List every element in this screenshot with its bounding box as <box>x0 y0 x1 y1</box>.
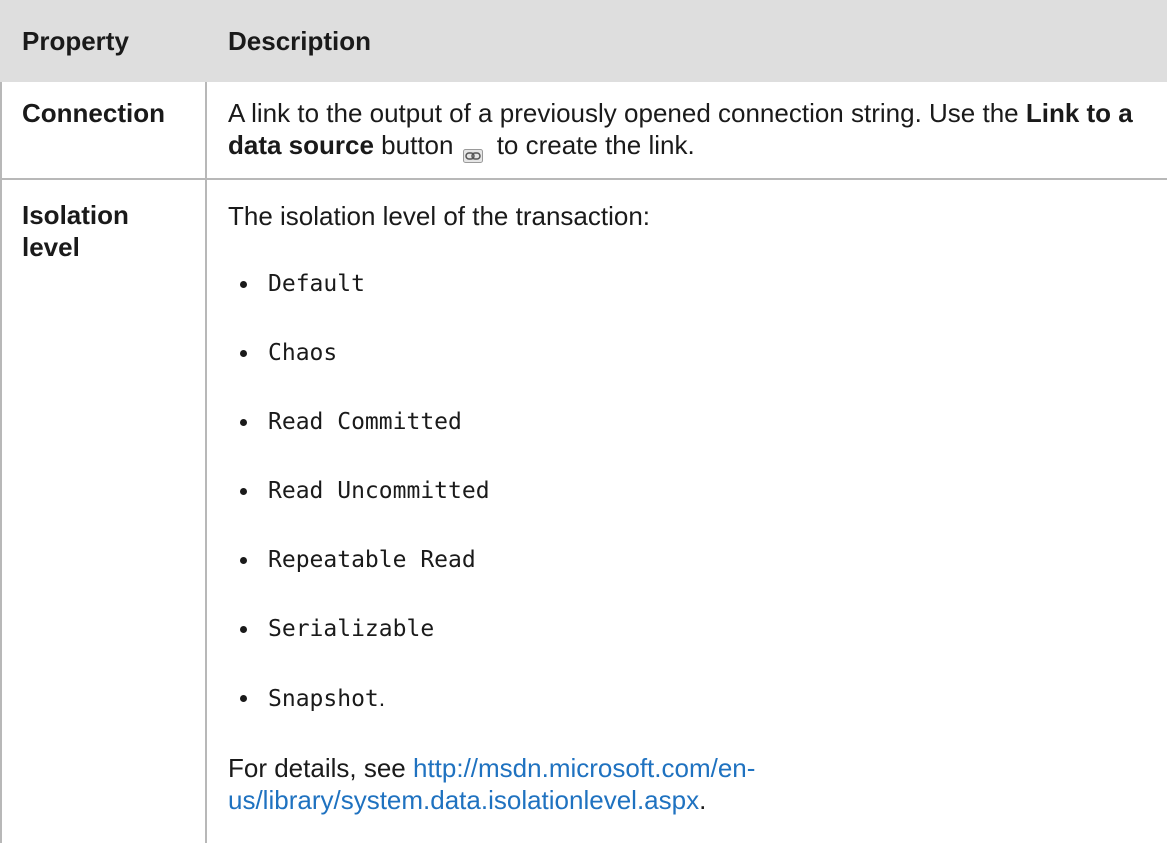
option-value: Chaos <box>268 340 338 366</box>
header-description: Description <box>228 26 372 56</box>
bullet-icon <box>240 419 247 426</box>
property-label-line: level <box>22 232 80 262</box>
list-item: Read Uncommitted <box>240 455 490 524</box>
option-value: Snapshot <box>268 686 379 712</box>
column-divider <box>205 82 207 843</box>
bullet-icon <box>240 488 247 495</box>
property-table: Property Description Connection A link t… <box>0 0 1167 843</box>
list-item: Snapshot. <box>240 662 490 731</box>
option-value: Repeatable Read <box>268 547 476 573</box>
list-item: Read Committed <box>240 386 490 455</box>
description-text: button <box>373 130 454 160</box>
bullet-icon <box>240 350 247 357</box>
isolation-details: For details, see http://msdn.microsoft.c… <box>228 752 1148 816</box>
list-item: Default <box>240 248 490 317</box>
header-property: Property <box>22 26 129 56</box>
description-connection: A link to the output of a previously ope… <box>228 97 1148 164</box>
details-prefix: For details, see <box>228 753 413 783</box>
option-suffix: . <box>378 685 386 711</box>
description-text: to create the link. <box>489 130 695 160</box>
msdn-link-continued[interactable]: us/library/system.data.isolationlevel.as… <box>228 785 699 815</box>
bullet-icon <box>240 557 247 564</box>
isolation-intro: The isolation level of the transaction: <box>228 201 651 231</box>
option-value: Read Uncommitted <box>268 478 490 504</box>
description-text: A link to the output of a previously ope… <box>228 98 1026 128</box>
table-header-row: Property Description <box>0 0 1167 82</box>
bullet-icon <box>240 695 247 702</box>
details-line: For details, see http://msdn.microsoft.c… <box>228 752 1148 784</box>
details-line: us/library/system.data.isolationlevel.as… <box>228 784 1148 816</box>
msdn-link[interactable]: http://msdn.microsoft.com/en- <box>413 753 755 783</box>
details-suffix: . <box>699 785 707 815</box>
bullet-icon <box>240 281 247 288</box>
property-label-line: Isolation <box>22 200 129 230</box>
list-item: Repeatable Read <box>240 524 490 593</box>
option-value: Serializable <box>268 616 435 642</box>
table-border-left <box>0 82 2 843</box>
bullet-icon <box>240 626 247 633</box>
property-connection: Connection <box>22 98 165 128</box>
row-divider <box>0 178 1167 180</box>
isolation-options-list: Default Chaos Read Committed Read Uncomm… <box>240 248 490 731</box>
property-isolation-level: Isolation level <box>22 199 129 263</box>
option-value: Read Committed <box>268 409 462 435</box>
list-item: Serializable <box>240 593 490 662</box>
list-item: Chaos <box>240 317 490 386</box>
option-value: Default <box>268 271 365 297</box>
link-chain-icon <box>463 138 484 164</box>
